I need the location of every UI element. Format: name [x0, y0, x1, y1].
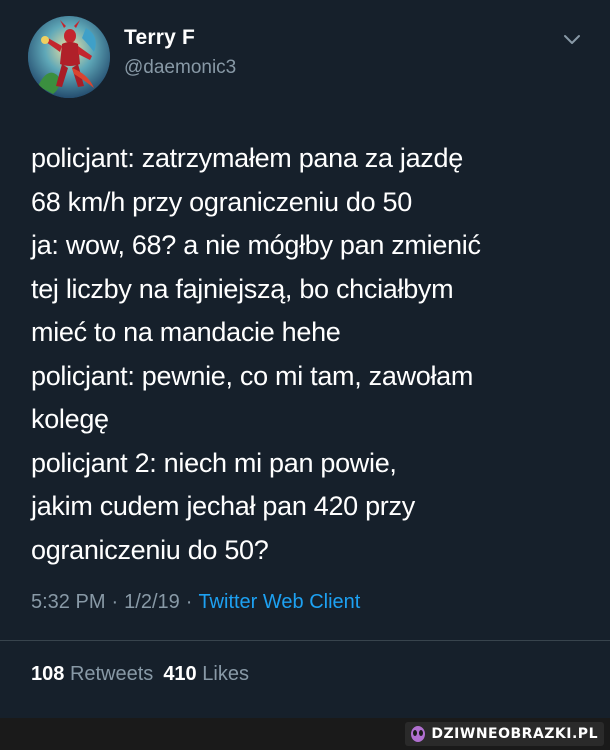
tweet-date[interactable]: 1/2/19 — [124, 591, 180, 613]
tweet-time[interactable]: 5:32 PM — [31, 591, 105, 613]
user-handle[interactable]: @daemonic3 — [124, 57, 236, 79]
retweets-stat[interactable]: 108 Retweets — [31, 663, 153, 685]
tweet-client-link[interactable]: Twitter Web Client — [198, 591, 360, 613]
alien-head-icon — [411, 726, 426, 742]
retweets-count: 108 — [31, 663, 65, 685]
tweet-stats: 108 Retweets 410 Likes — [31, 663, 249, 686]
tweet-card: Terry F @daemonic3 policjant: zatrzymałe… — [0, 0, 610, 718]
display-name[interactable]: Terry F — [124, 26, 195, 50]
chevron-down-icon[interactable] — [563, 32, 581, 46]
retweets-label: Retweets — [69, 663, 154, 685]
divider — [0, 640, 610, 641]
likes-stat[interactable]: 410 Likes — [163, 663, 249, 685]
meta-separator: · — [185, 591, 193, 613]
avatar-illustration — [28, 16, 110, 98]
likes-label: Likes — [202, 663, 249, 685]
tweet-text: policjant: zatrzymałem pana za jazdę 68 … — [31, 143, 481, 565]
likes-count: 410 — [163, 663, 197, 685]
watermark: DZIWNEOBRAZKI.PL — [405, 722, 604, 746]
watermark-text: DZIWNEOBRAZKI.PL — [431, 726, 598, 742]
tweet-meta: 5:32 PM · 1/2/19 · Twitter Web Client — [31, 591, 360, 614]
meta-separator: · — [111, 591, 119, 613]
avatar[interactable] — [28, 16, 110, 98]
